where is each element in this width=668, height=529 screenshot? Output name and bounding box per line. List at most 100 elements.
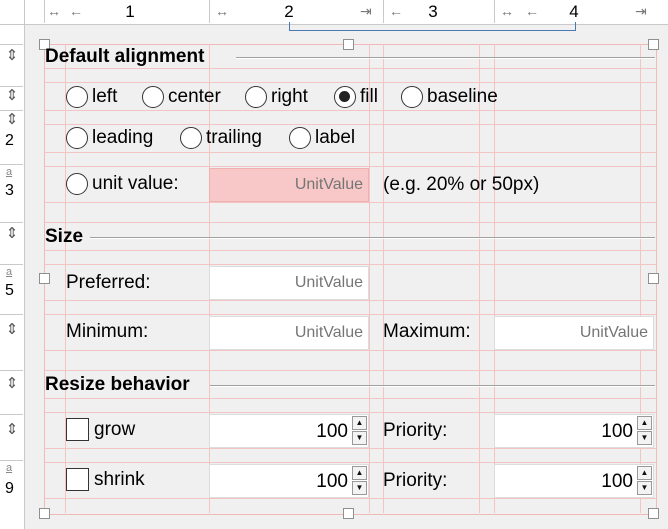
radio-fill[interactable]: fill	[334, 86, 378, 108]
maximum-size-input[interactable]	[494, 316, 654, 350]
row-guide	[44, 124, 656, 125]
ruler-row-5[interactable]: a 5	[0, 264, 23, 301]
preferred-size-input[interactable]	[209, 266, 369, 300]
ruler-column-2[interactable]: ↔ 2 ⇥	[209, 0, 384, 23]
resize-handle-bottom-left[interactable]	[39, 508, 50, 519]
resize-vertical-icon: ⇕	[5, 225, 19, 242]
ruler-column-3[interactable]: ← 3	[383, 0, 495, 23]
resize-handle-top-right[interactable]	[648, 39, 659, 50]
radio-indicator	[180, 127, 202, 149]
row-guide	[44, 350, 656, 351]
resize-horizontal-icon: ↔	[500, 3, 514, 19]
grow-spinner[interactable]: 100 ▲ ▼	[209, 414, 369, 448]
shrink-priority-label: Priority:	[383, 470, 448, 491]
row-guide	[44, 202, 656, 203]
spinner-up-icon[interactable]: ▲	[637, 416, 652, 430]
ruler-row-9[interactable]: a 9	[0, 460, 23, 501]
radio-label: left	[92, 86, 118, 107]
resize-handle-bottom-right[interactable]	[648, 508, 659, 519]
baseline-icon: a	[6, 462, 13, 474]
spinner-down-icon[interactable]: ▼	[637, 431, 652, 445]
grow-priority-spinner[interactable]: 100 ▲ ▼	[494, 414, 654, 448]
column-ruler: ↔ ← 1 ↔ 2 ⇥ ← 3 ↔ ← 4 ⇥	[0, 0, 668, 31]
row-guide	[44, 152, 656, 153]
radio-label: right	[271, 86, 308, 107]
ruler-column-1[interactable]: ↔ ← 1	[44, 0, 210, 23]
ruler-row-gap[interactable]: ⇕	[0, 86, 23, 111]
row-guide	[44, 314, 656, 315]
radio-indicator	[142, 86, 164, 108]
radio-indicator	[289, 127, 311, 149]
radio-indicator	[66, 86, 88, 108]
minimum-label: Minimum:	[66, 321, 149, 342]
spinner-buttons: ▲ ▼	[352, 416, 367, 446]
resize-handle-left[interactable]	[39, 273, 50, 284]
maximum-label: Maximum:	[383, 321, 471, 342]
ruler-column-number: 1	[125, 2, 135, 21]
resize-vertical-icon: ⇕	[5, 87, 19, 104]
resize-vertical-icon: ⇕	[5, 421, 19, 438]
ruler-column-number: 2	[284, 2, 294, 21]
row-guide	[44, 82, 656, 83]
ruler-column-number: 4	[569, 2, 579, 21]
radio-trailing[interactable]: trailing	[180, 127, 262, 149]
spinner-down-icon[interactable]: ▼	[637, 481, 652, 495]
shrink-checkbox[interactable]: shrink	[66, 468, 145, 491]
ruler-row-gap[interactable]: ⇕	[0, 414, 23, 451]
arrow-right-bar-icon: ⇥	[635, 3, 647, 19]
ruler-row-gap[interactable]: ⇕	[0, 44, 23, 67]
radio-right[interactable]: right	[245, 86, 308, 108]
radio-left[interactable]: left	[66, 86, 117, 108]
ruler-row-number: 3	[5, 182, 14, 199]
ruler-row-gap[interactable]: ⇕	[0, 222, 23, 253]
arrow-left-icon: ←	[525, 3, 539, 19]
row-guide	[44, 264, 656, 265]
row-guide	[44, 68, 656, 69]
row-ruler: ⇕ ⇕ ⇕ 2 a 3 ⇕ a 5 ⇕ ⇕ ⇕ a 9	[0, 24, 25, 529]
resize-vertical-icon: ⇕	[5, 111, 19, 128]
unit-value-input[interactable]	[209, 168, 369, 202]
radio-baseline[interactable]: baseline	[401, 86, 498, 108]
spinner-down-icon[interactable]: ▼	[352, 481, 367, 495]
spinner-down-icon[interactable]: ▼	[352, 431, 367, 445]
ruler-row-gap[interactable]: ⇕	[0, 370, 23, 401]
ruler-row-2[interactable]: ⇕ 2	[0, 110, 23, 151]
radio-label-option[interactable]: label	[289, 127, 355, 149]
radio-label: fill	[360, 86, 378, 107]
row-guide	[44, 448, 656, 449]
shrink-priority-spinner[interactable]: 100 ▲ ▼	[494, 464, 654, 498]
unit-value-hint: (e.g. 20% or 50px)	[383, 174, 540, 195]
radio-indicator-selected	[334, 86, 356, 108]
radio-label: label	[315, 127, 356, 148]
resize-handle-top[interactable]	[343, 39, 354, 50]
resize-handle-bottom[interactable]	[343, 508, 354, 519]
radio-label: unit value:	[92, 173, 179, 194]
spinner-buttons: ▲ ▼	[352, 466, 367, 496]
shrink-spinner[interactable]: 100 ▲ ▼	[209, 464, 369, 498]
checkbox-label: grow	[94, 418, 136, 440]
radio-indicator	[245, 86, 267, 108]
resize-handle-right[interactable]	[648, 273, 659, 284]
spinner-up-icon[interactable]: ▲	[352, 466, 367, 480]
resize-vertical-icon: ⇕	[5, 321, 19, 338]
ruler-column-4[interactable]: ↔ ← 4 ⇥	[494, 0, 668, 23]
resize-horizontal-icon: ↔	[215, 3, 229, 19]
ruler-row-gap[interactable]: ⇕	[0, 314, 23, 351]
spinner-buttons: ▲ ▼	[637, 416, 652, 446]
radio-unit-value[interactable]: unit value:	[66, 173, 179, 195]
resize-vertical-icon: ⇕	[5, 375, 19, 392]
minimum-size-input[interactable]	[209, 316, 369, 350]
grow-priority-label: Priority:	[383, 420, 448, 441]
baseline-icon: a	[6, 166, 13, 178]
checkbox-box	[66, 418, 89, 441]
radio-center[interactable]: center	[142, 86, 221, 108]
ruler-row-3[interactable]: a 3	[0, 164, 23, 207]
spinner-up-icon[interactable]: ▲	[637, 466, 652, 480]
spinner-value: 100	[601, 471, 633, 492]
row-guide	[44, 370, 656, 371]
row-guide	[44, 398, 656, 399]
row-guide	[44, 462, 656, 463]
spinner-up-icon[interactable]: ▲	[352, 416, 367, 430]
radio-leading[interactable]: leading	[66, 127, 153, 149]
grow-checkbox[interactable]: grow	[66, 418, 135, 441]
